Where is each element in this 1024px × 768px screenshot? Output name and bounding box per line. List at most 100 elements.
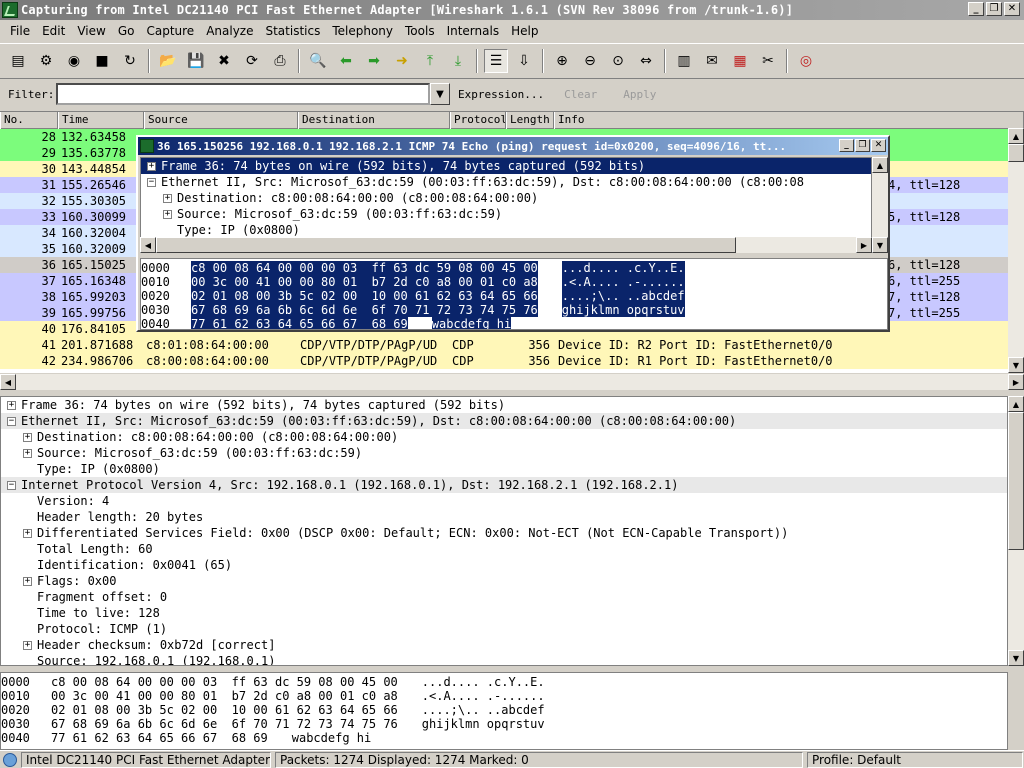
column-length[interactable]: Length [506,112,554,129]
packet-list-hscrollbar[interactable]: ◀ ▶ [0,374,1024,390]
scroll-down-icon[interactable]: ▼ [872,237,888,253]
zoom-in-icon[interactable]: ⊕ [550,49,574,73]
hex-bytes[interactable]: 02 01 08 00 3b 5c 02 00 10 00 61 62 63 6… [51,703,398,717]
popup-maximize-button[interactable]: ❐ [855,139,870,152]
hex-ascii[interactable]: ghijklmn opqrstuv [422,717,545,731]
tree-item[interactable]: Total Length: 60 [1,541,1007,557]
tree-item[interactable]: Source: 192.168.0.1 (192.168.0.1) [1,653,1007,665]
hex-bytes[interactable]: 67 68 69 6a 6b 6c 6d 6e 6f 70 71 72 73 7… [191,303,538,317]
tree-item[interactable]: Identification: 0x0041 (65) [1,557,1007,573]
tree-item[interactable]: + Flags: 0x00 [1,573,1007,589]
clear-button[interactable]: Clear [564,88,597,101]
go-to-packet-icon[interactable]: ➜ [390,49,414,73]
scroll-thumb[interactable] [156,237,736,253]
column-no[interactable]: No. [0,112,58,129]
scroll-left-icon[interactable]: ◀ [140,237,156,253]
colorize-icon[interactable]: ☰ [484,49,508,73]
start-capture-icon[interactable]: ◉ [62,49,86,73]
column-destination[interactable]: Destination [298,112,450,129]
scroll-right-icon[interactable]: ▶ [856,237,872,253]
scroll-thumb[interactable] [1008,144,1024,162]
menu-telephony[interactable]: Telephony [326,24,399,38]
tree-item[interactable]: − Ethernet II, Src: Microsof_63:dc:59 (00… [1,413,1007,429]
hex-ascii[interactable]: wabcdefg hi [431,317,512,329]
tree-item[interactable]: + Frame 36: 74 bytes on wire (592 bits), … [1,397,1007,413]
popup-tree-hscrollbar[interactable]: ◀ ▶ [140,237,872,253]
scroll-up-icon[interactable]: ▲ [1008,396,1024,412]
restart-capture-icon[interactable]: ↻ [118,49,142,73]
collapse-icon[interactable]: − [147,178,156,187]
expand-icon[interactable]: + [23,577,32,586]
scroll-down-icon[interactable]: ▼ [1008,650,1024,666]
tree-item[interactable]: Time to live: 128 [1,605,1007,621]
packet-window-titlebar[interactable]: 36 165.150256 192.168.0.1 192.168.2.1 IC… [138,137,888,155]
go-last-icon[interactable]: ⤓ [446,49,470,73]
hex-ascii[interactable]: ....;\.. ..abcdef [422,703,545,717]
collapse-icon[interactable]: − [7,417,16,426]
hex-bytes[interactable]: 67 68 69 6a 6b 6c 6d 6e 6f 70 71 72 73 7… [51,717,398,731]
expand-icon[interactable]: + [23,529,32,538]
menu-capture[interactable]: Capture [140,24,200,38]
minimize-button[interactable]: _ [968,2,984,16]
go-back-icon[interactable]: ⬅ [334,49,358,73]
tree-item[interactable]: + Destination: c8:00:08:64:00:00 (c8:00:0… [1,429,1007,445]
hex-bytes[interactable]: 77 61 62 63 64 65 66 67 68 69 [51,731,268,745]
tree-item[interactable]: Type: IP (0x0800) [1,461,1007,477]
menu-go[interactable]: Go [112,24,141,38]
expert-info-icon[interactable] [3,752,17,767]
save-file-icon[interactable]: 💾 [184,49,208,73]
menu-tools[interactable]: Tools [399,24,441,38]
hex-bytes[interactable]: c8 00 08 64 00 00 00 03 ff 63 dc 59 08 0… [191,261,538,275]
tree-item[interactable]: + Differentiated Services Field: 0x00 (DS… [1,525,1007,541]
interfaces-icon[interactable]: ▤ [6,49,30,73]
tree-item[interactable]: Fragment offset: 0 [1,589,1007,605]
menu-internals[interactable]: Internals [441,24,506,38]
packet-list-scrollbar[interactable]: ▲ ▼ [1008,128,1024,373]
capture-options-icon[interactable]: ⚙ [34,49,58,73]
display-filters-icon[interactable]: ✉ [700,49,724,73]
reload-icon[interactable]: ⟳ [240,49,264,73]
scroll-left-icon[interactable]: ◀ [0,374,16,390]
packet-row[interactable]: 41 201.871688 c8:01:08:64:00:00 CDP/VTP/DTP… [0,337,1024,353]
popup-tree-scrollbar[interactable]: ▲ ▼ [872,157,888,253]
expand-icon[interactable]: + [147,162,156,171]
find-packet-icon[interactable]: 🔍 [306,49,330,73]
expand-icon[interactable]: + [23,449,32,458]
column-protocol[interactable]: Protocol [450,112,506,129]
menu-file[interactable]: File [4,24,36,38]
close-button[interactable]: ✕ [1004,2,1020,16]
coloring-rules-icon[interactable]: ▦ [728,49,752,73]
details-scrollbar[interactable]: ▲ ▼ [1008,396,1024,666]
hex-bytes[interactable]: 00 3c 00 41 00 00 80 01 b7 2d c0 a8 00 0… [51,689,398,703]
filter-input[interactable] [56,83,430,105]
tree-item[interactable]: Header length: 20 bytes [1,509,1007,525]
hex-bytes[interactable]: c8 00 08 64 00 00 00 03 ff 63 dc 59 08 0… [51,675,398,689]
tree-item[interactable]: + Frame 36: 74 bytes on wire (592 bits), … [141,158,871,174]
close-file-icon[interactable]: ✖ [212,49,236,73]
collapse-icon[interactable]: − [7,481,16,490]
tree-item[interactable]: + Destination: c8:00:08:64:00:00 (c8:00:0… [141,190,871,206]
zoom-normal-icon[interactable]: ⊙ [606,49,630,73]
hex-bytes[interactable]: 00 3c 00 41 00 00 80 01 b7 2d c0 a8 00 0… [191,275,538,289]
menu-edit[interactable]: Edit [36,24,71,38]
column-source[interactable]: Source [144,112,298,129]
expand-icon[interactable]: + [23,433,32,442]
tree-item[interactable]: − Ethernet II, Src: Microsof_63:dc:59 (00… [141,174,871,190]
tree-item[interactable]: Protocol: ICMP (1) [1,621,1007,637]
popup-close-button[interactable]: ✕ [871,139,886,152]
column-time[interactable]: Time [58,112,144,129]
expand-icon[interactable]: + [23,641,32,650]
apply-button[interactable]: Apply [623,88,656,101]
help-icon[interactable]: ◎ [794,49,818,73]
filter-dropdown-icon[interactable]: ▼ [430,83,450,105]
menu-analyze[interactable]: Analyze [200,24,259,38]
packet-row[interactable]: 42 234.986706 c8:00:08:64:00:00 CDP/VTP/DTP… [0,353,1024,369]
expand-icon[interactable]: + [7,401,16,410]
hex-ascii[interactable]: ....;\.. ..abcdef [561,289,685,303]
tree-item[interactable]: + Source: Microsof_63:dc:59 (00:03:ff:63:… [1,445,1007,461]
tree-item[interactable]: − Internet Protocol Version 4, Src: 192.1… [1,477,1007,493]
resize-columns-icon[interactable]: ⇔ [634,49,658,73]
maximize-button[interactable]: ❐ [986,2,1002,16]
expression-button[interactable]: Expression... [458,88,544,101]
capture-filters-icon[interactable]: ▥ [672,49,696,73]
